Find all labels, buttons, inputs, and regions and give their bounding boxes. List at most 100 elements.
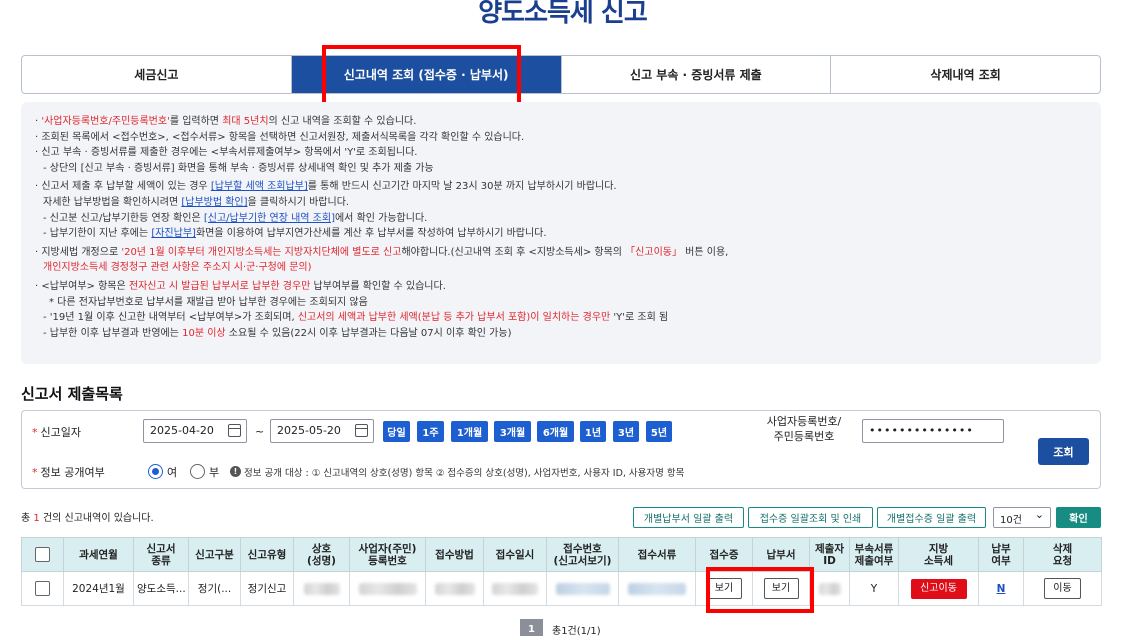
col-receipt-date: 접수일시 <box>483 537 547 572</box>
tab-bar: 세금신고 신고내역 조회 (접수증 · 납부서) 신고 부속 · 증빙서류 제출… <box>21 55 1101 94</box>
row-checkbox[interactable] <box>35 581 50 596</box>
quick-1year-button[interactable]: 1년 <box>580 421 606 442</box>
tab-attachment-submit[interactable]: 신고 부속 · 증빙서류 제출 <box>562 56 832 93</box>
cell-receipt-number-redacted[interactable] <box>546 571 619 606</box>
cell-name-redacted <box>293 571 350 606</box>
notice-line: - 상단의 [신고 부속 · 증빙서류] 화면을 통해 부속 · 증빙서류 상세… <box>43 162 434 174</box>
paid-status-link[interactable]: N <box>997 583 1006 595</box>
page-size-select[interactable]: 10건 <box>993 507 1051 528</box>
date-from-input[interactable]: 2025-04-20 <box>143 419 247 443</box>
col-delete: 삭제 요청 <box>1023 537 1102 572</box>
quick-6month-button[interactable]: 6개월 <box>537 421 574 442</box>
pay-method-link[interactable]: [납부방법 확인] <box>181 197 247 208</box>
notice-line: 신고 부속 · 증빙서류를 제출한 경우에는 <부속서류제출여부> 항목에서 '… <box>35 145 1087 161</box>
col-category: 신고구분 <box>188 537 241 572</box>
notice-line: - 납부한 이후 납부결과 반영에는 10분 이상 소요될 수 있음(22시 이… <box>43 327 512 339</box>
cell-receipt-method-redacted <box>425 571 484 606</box>
cell-local-tax: 신고이동 <box>898 571 979 606</box>
table-header-row: 과세연월 신고서 종류 신고구분 신고유형 상호 (성명) 사업자(주민) 등록번호 … <box>21 537 1102 572</box>
extension-link[interactable]: [신고/납부기한 연장 내역 조회] <box>204 213 335 224</box>
col-type: 신고유형 <box>240 537 294 572</box>
report-table: 과세연월 신고서 종류 신고구분 신고유형 상호 (성명) 사업자(주민) 등록번호 … <box>21 537 1102 606</box>
payslip-view-button[interactable]: 보기 <box>763 578 799 599</box>
cell-period: 2024년1월 <box>63 571 134 606</box>
print-receipts-button[interactable]: 접수증 일괄조회 및 인쇄 <box>748 507 873 528</box>
date-range-tilde: ~ <box>255 425 265 438</box>
public-no-radio[interactable] <box>190 464 205 479</box>
cell-category: 정기(... <box>188 571 241 606</box>
col-payslip: 납부서 <box>752 537 810 572</box>
col-form-kind: 신고서 종류 <box>133 537 189 572</box>
tab-report-history[interactable]: 신고내역 조회 (접수증 · 납부서) <box>291 56 562 93</box>
page-number-button[interactable]: 1 <box>520 619 543 636</box>
receipt-view-button[interactable]: 보기 <box>706 578 742 599</box>
cell-payslip: 보기 <box>752 571 810 606</box>
select-all-header <box>21 537 64 572</box>
tab-tax-report[interactable]: 세금신고 <box>22 56 292 93</box>
date-to-input[interactable]: 2025-05-20 <box>270 419 374 443</box>
public-no-label: 부 <box>209 466 220 479</box>
cell-receipt-docs-redacted[interactable] <box>618 571 696 606</box>
col-period: 과세연월 <box>63 537 134 572</box>
table-row: 2024년1월 양도소득... 정기(... 정기신고 보기 보기 Y 신고이동… <box>21 571 1102 606</box>
public-yes-radio[interactable] <box>148 464 163 479</box>
quick-1month-button[interactable]: 1개월 <box>451 421 488 442</box>
cell-receipt: 보기 <box>695 571 753 606</box>
cell-receipt-date-redacted <box>483 571 547 606</box>
col-receipt-number: 접수번호 (신고서보기) <box>546 537 619 572</box>
report-move-button[interactable]: 신고이동 <box>910 578 967 599</box>
notice-line: - 납부기한이 지난 후에는 [자진납부]화면을 이용하여 납부지연가산세를 계… <box>43 228 547 240</box>
calendar-icon[interactable] <box>228 424 241 437</box>
confirm-button[interactable]: 확인 <box>1056 507 1101 528</box>
search-panel: * 신고일자 2025-04-20 ~ 2025-05-20 당일 1주 1개월 … <box>21 410 1101 489</box>
notice-line: - '19년 1월 이후 신고한 내역부터 <납부여부>가 조회되며, 신고서의… <box>43 312 669 324</box>
info-icon: ! <box>230 466 241 477</box>
page-title: 양도소득세 신고 <box>478 0 648 28</box>
id-number-input[interactable]: •••••••••••••• <box>862 419 1004 443</box>
print-payslips-button[interactable]: 개별납부서 일괄 출력 <box>633 507 744 528</box>
calendar-icon[interactable] <box>355 424 368 437</box>
notice-panel: '사업자등록번호/주민등록번호'를 입력하면 최대 5년치의 신고 내역을 조회… <box>21 102 1101 364</box>
pagination: 1 총1건(1/1) <box>0 619 1125 636</box>
quick-3month-button[interactable]: 3개월 <box>494 421 531 442</box>
public-info-text: 정보 공개 대상 : ① 신고내역의 상호(성명) 항목 ② 접수증의 상호(성… <box>244 468 685 479</box>
notice-line: 조회된 목록에서 <접수번호>, <접수서류> 항목을 선택하면 신고서원장, … <box>35 130 1087 146</box>
delete-move-button[interactable]: 이동 <box>1044 578 1081 599</box>
cell-submitter-redacted <box>809 571 850 606</box>
notice-line: - 신고분 신고/납부기한등 연장 확인은 [신고/납부기한 연장 내역 조회]… <box>43 212 428 224</box>
self-pay-link[interactable]: [자진납부] <box>151 228 196 239</box>
tab-deleted-history[interactable]: 삭제내역 조회 <box>831 56 1100 93</box>
quick-5year-button[interactable]: 5년 <box>646 421 672 442</box>
search-button[interactable]: 조회 <box>1038 438 1089 465</box>
notice-line: 자세한 납부방법을 확인하시려면 [납부방법 확인]을 클릭하시기 바랍니다. <box>43 196 350 208</box>
section-title: 신고서 제출목록 <box>21 385 123 403</box>
quick-1week-button[interactable]: 1주 <box>417 421 444 442</box>
print-individual-receipts-button[interactable]: 개별접수증 일괄 출력 <box>877 507 986 528</box>
id-label: 사업자등록번호/주민등록번호 <box>766 415 842 443</box>
quick-3year-button[interactable]: 3년 <box>613 421 639 442</box>
col-receipt: 접수증 <box>695 537 753 572</box>
col-submitter-id: 제출자 ID <box>809 537 850 572</box>
public-label: * 정보 공개여부 <box>32 466 105 479</box>
cell-paid: N <box>978 571 1024 606</box>
notice-line: * 다른 전자납부번호로 납부서를 재발급 받아 납부한 경우에는 조회되지 않… <box>49 296 368 308</box>
cell-delete: 이동 <box>1023 571 1102 606</box>
notice-line: <납부여부> 항목은 전자신고 시 발급된 납부서로 납부한 경우만 납부여부를… <box>35 279 1087 295</box>
col-name: 상호 (성명) <box>293 537 350 572</box>
quick-today-button[interactable]: 당일 <box>383 421 410 442</box>
public-yes-label: 여 <box>167 466 178 479</box>
notice-line: 개인지방소득세 경정청구 관련 사항은 주소지 시·군·구청에 문의) <box>43 262 312 274</box>
cell-attachment: Y <box>849 571 899 606</box>
col-receipt-docs: 접수서류 <box>618 537 696 572</box>
col-local-tax: 지방 소득세 <box>898 537 979 572</box>
date-label: * 신고일자 <box>32 426 81 439</box>
cell-type: 정기신고 <box>240 571 294 606</box>
result-count: 총 1 건의 신고내역이 있습니다. <box>21 513 154 524</box>
cell-reg-number-redacted <box>349 571 426 606</box>
row-select-cell <box>21 571 64 606</box>
col-attachment: 부속서류 제출여부 <box>849 537 899 572</box>
pay-tax-link[interactable]: [납부할 세액 조회납부] <box>211 181 308 192</box>
col-paid: 납부 여부 <box>978 537 1024 572</box>
col-receipt-method: 접수방법 <box>425 537 484 572</box>
select-all-checkbox[interactable] <box>35 547 50 562</box>
